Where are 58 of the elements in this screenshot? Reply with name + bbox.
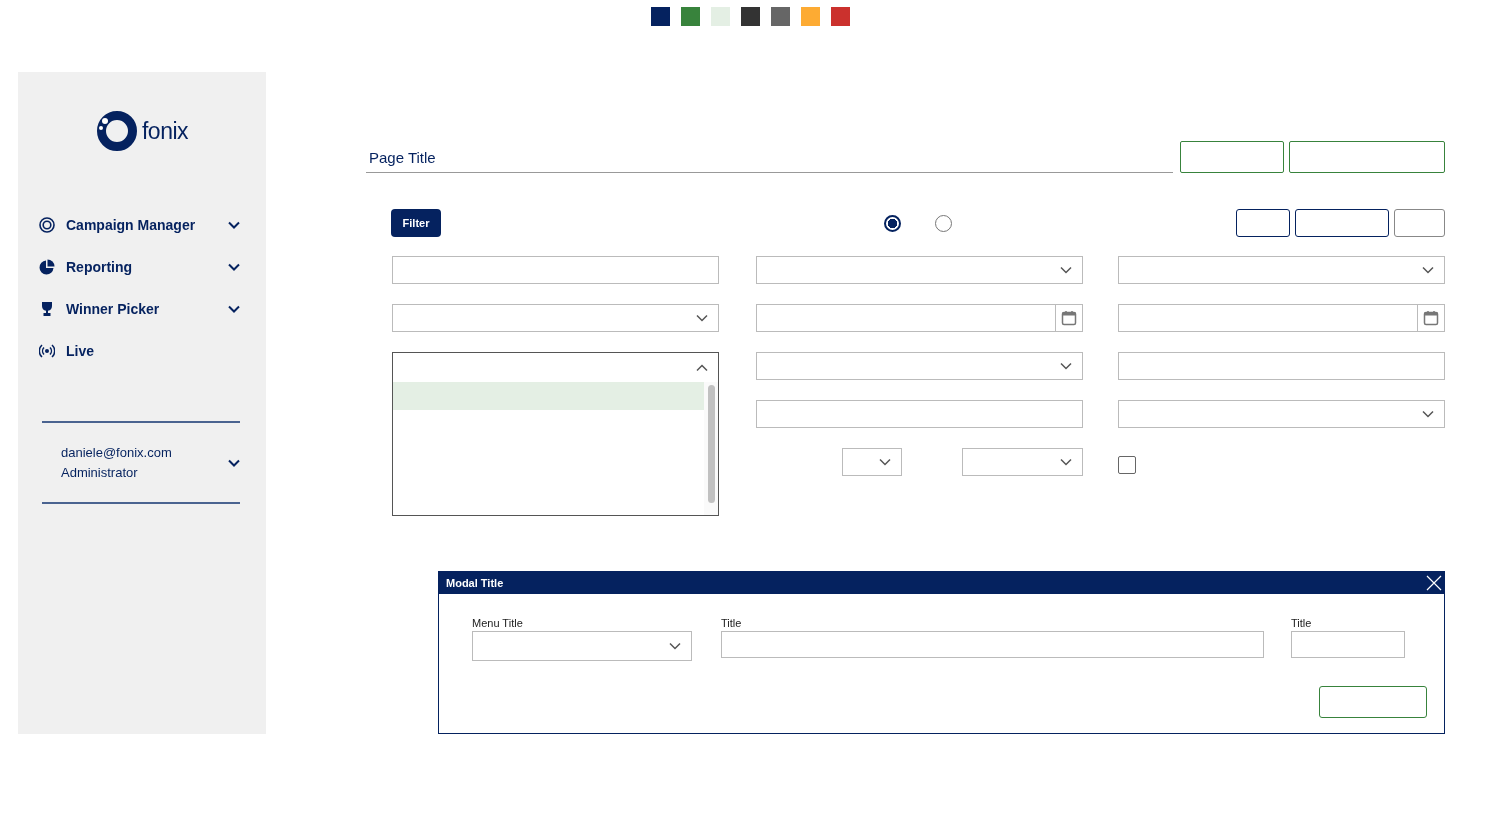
text-field[interactable] [392,256,719,284]
text-field[interactable] [1291,631,1405,658]
page-title: Page Title [369,149,436,166]
filter-button[interactable]: Filter [391,209,441,237]
target-icon [39,217,55,233]
chevron-down-icon [1422,410,1434,418]
logo-icon [95,109,138,153]
highlighted-row[interactable] [393,382,704,410]
field-label: Title [1291,617,1313,629]
close-icon[interactable] [1426,575,1442,591]
text-field[interactable] [756,400,1083,428]
broadcast-icon [39,343,55,359]
chevron-down-icon [1060,266,1072,274]
list-box[interactable] [392,352,719,516]
dropdown-field[interactable] [392,304,719,332]
chevron-down-icon [228,221,240,229]
chevron-down-icon [228,458,240,467]
chevron-down-icon [1422,266,1434,274]
checkbox[interactable] [1118,456,1136,474]
dropdown-field[interactable] [472,631,692,661]
chevron-down-icon [696,314,708,322]
radio-button[interactable] [935,214,952,232]
dropdown-field[interactable] [756,256,1083,284]
dropdown-field[interactable] [1118,256,1445,284]
field-label: Menu Title [472,617,524,629]
field-label: Title [721,617,743,629]
user-menu[interactable]: daniele@fonix.com Administrator [42,421,240,504]
dropdown-field[interactable] [962,448,1083,476]
date-field[interactable] [1118,304,1445,332]
nav-item[interactable]: Live [18,330,266,372]
calendar-icon [1061,310,1077,326]
chevron-down-icon [1060,362,1072,370]
nav-item[interactable]: Winner Picker [18,288,266,330]
calendar-icon [1423,310,1439,326]
nav-item[interactable]: Campaign Manager [18,204,266,246]
nav-item[interactable]: Reporting [18,246,266,288]
dropdown-field[interactable] [1118,400,1445,428]
text-field[interactable] [721,631,1264,658]
chevron-down-icon [228,305,240,313]
text-field[interactable] [1118,352,1445,380]
trophy-icon [39,301,55,317]
logo-text: fonix [141,117,189,145]
chevron-up-icon [696,363,708,372]
dropdown-field[interactable] [756,352,1083,380]
outline-button[interactable] [1295,209,1389,237]
chevron-down-icon [879,458,891,466]
outline-button[interactable] [1236,209,1290,237]
dropdown-field[interactable] [842,448,902,476]
scrollbar-thumb[interactable] [707,385,715,503]
date-field[interactable] [756,304,1083,332]
radio-button[interactable] [884,214,901,232]
user-role: Administrator [61,465,139,480]
user-email: daniele@fonix.com [61,445,173,460]
chevron-down-icon [669,642,681,650]
pie-chart-icon [39,259,55,275]
modal-title: Modal Title [446,577,505,589]
chevron-down-icon [228,263,240,271]
chevron-down-icon [1060,458,1072,466]
